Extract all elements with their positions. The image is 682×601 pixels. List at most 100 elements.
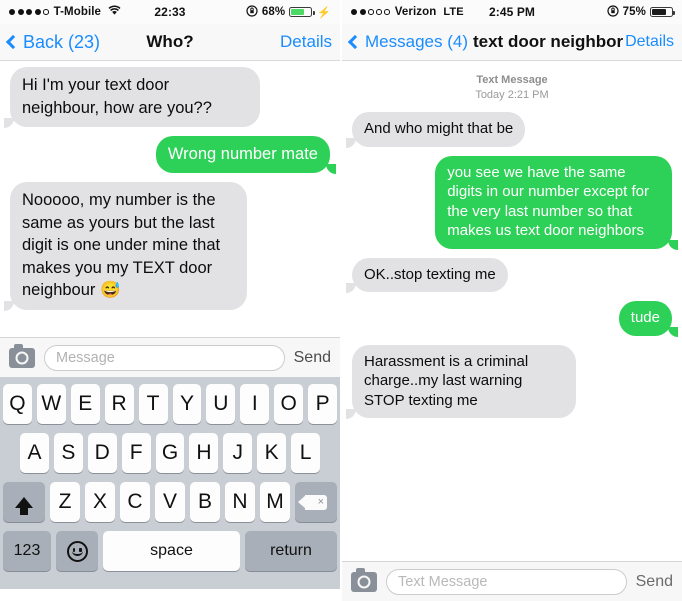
key-t[interactable]: T	[138, 384, 168, 424]
left-phone-screen: T-Mobile 22:33 68% ⚡ Back (23) Who? Deta…	[0, 0, 340, 601]
incoming-bubble[interactable]: OK..stop texting me	[346, 257, 508, 293]
key-y[interactable]: Y	[172, 384, 202, 424]
signal-strength-icon	[351, 9, 390, 15]
carrier-name: Verizon	[394, 6, 437, 18]
space-key[interactable]: space	[103, 531, 240, 571]
keyboard-row-2: ASDFGHJKL	[3, 433, 337, 473]
key-r[interactable]: R	[104, 384, 134, 424]
rotation-lock-icon	[607, 4, 619, 20]
battery-icon	[289, 6, 315, 18]
message-row: you see we have the same digits in our n…	[342, 155, 682, 250]
key-l[interactable]: L	[291, 433, 321, 473]
left-message-thread[interactable]: Hi I'm your text door neighbour, how are…	[0, 61, 340, 337]
carrier-name: T-Mobile	[53, 6, 102, 18]
right-composer-bar: Text Message Send	[342, 561, 682, 601]
incoming-bubble[interactable]: Hi I'm your text door neighbour, how are…	[4, 67, 260, 128]
left-nav-bar: Back (23) Who? Details	[0, 24, 340, 61]
send-button[interactable]: Send	[636, 573, 673, 591]
key-x[interactable]: X	[85, 482, 115, 522]
key-w[interactable]: W	[36, 384, 66, 424]
shift-key[interactable]	[3, 482, 45, 522]
message-row: Hi I'm your text door neighbour, how are…	[0, 67, 340, 128]
right-nav-bar: Messages (4) text door neighbor Details	[342, 24, 682, 61]
message-row: And who might that be	[342, 112, 682, 147]
rotation-lock-icon	[246, 4, 258, 20]
send-button[interactable]: Send	[294, 349, 331, 367]
backspace-delete-icon: ×	[298, 494, 327, 510]
on-screen-keyboard[interactable]: QWERTYUIOP ASDFGHJKL ZXCVBNM × 123 space…	[0, 377, 340, 589]
right-status-carrier-group: Verizon LTE	[351, 6, 464, 18]
incoming-bubble[interactable]: And who might that be	[345, 112, 526, 147]
back-button-label: Back (23)	[23, 31, 101, 52]
back-button[interactable]: Messages (4)	[347, 32, 468, 52]
key-a[interactable]: A	[20, 433, 49, 473]
right-message-thread[interactable]: Text Message Today 2:21 PM And who might…	[342, 61, 682, 561]
keyboard-row-3: ZXCVBNM ×	[3, 482, 337, 522]
key-m[interactable]: M	[260, 482, 290, 522]
keyboard-row-4: 123 space return	[3, 531, 337, 571]
message-type-label: Text Message	[476, 74, 548, 86]
outgoing-bubble[interactable]: you see we have the same digits in our n…	[435, 155, 678, 250]
key-o[interactable]: O	[274, 384, 304, 424]
keyboard-row-1: QWERTYUIOP	[2, 384, 338, 424]
key-f[interactable]: F	[121, 433, 151, 473]
battery-icon	[650, 6, 676, 18]
details-button[interactable]: Details	[280, 32, 332, 52]
outgoing-bubble[interactable]: Wrong number mate	[155, 136, 337, 174]
key-i[interactable]: I	[240, 384, 270, 424]
shift-arrow-icon	[15, 496, 33, 515]
right-phone-screen: Verizon LTE 2:45 PM 75% Messages (4) tex…	[342, 0, 682, 601]
network-type-label: LTE	[443, 6, 464, 18]
chevron-left-icon	[347, 34, 363, 50]
key-u[interactable]: U	[206, 384, 236, 424]
battery-percent-label: 75%	[622, 6, 646, 18]
key-b[interactable]: B	[190, 482, 220, 522]
details-button[interactable]: Details	[625, 33, 674, 51]
key-k[interactable]: K	[257, 433, 287, 473]
chevron-left-icon	[5, 34, 21, 50]
back-button-label: Messages (4)	[365, 32, 468, 51]
key-c[interactable]: C	[120, 482, 150, 522]
emoji-smiley-icon	[66, 540, 88, 562]
message-input[interactable]: Text Message	[386, 568, 627, 595]
key-e[interactable]: E	[70, 384, 100, 424]
left-composer-bar: Message Send	[0, 337, 340, 377]
lightning-bolt-icon: ⚡	[317, 6, 331, 19]
dual-phone-screenshot: T-Mobile 22:33 68% ⚡ Back (23) Who? Deta…	[0, 0, 682, 601]
key-d[interactable]: D	[87, 433, 117, 473]
left-status-carrier-group: T-Mobile	[9, 5, 121, 19]
message-input[interactable]: Message	[44, 344, 285, 371]
camera-icon[interactable]	[351, 568, 377, 592]
message-row: OK..stop texting me	[342, 257, 682, 293]
wifi-icon	[108, 5, 121, 19]
message-time-label: Today 2:21 PM	[475, 89, 549, 101]
battery-percent-label: 68%	[261, 6, 286, 18]
numbers-key[interactable]: 123	[3, 531, 51, 571]
key-v[interactable]: V	[155, 482, 185, 522]
emoji-key[interactable]	[56, 531, 98, 571]
back-button[interactable]: Back (23)	[5, 31, 101, 53]
key-p[interactable]: P	[308, 384, 338, 424]
message-row: tude	[342, 301, 682, 336]
camera-icon[interactable]	[9, 344, 35, 368]
incoming-bubble[interactable]: Harassment is a criminal charge..my last…	[346, 344, 576, 419]
right-status-right-group: 75%	[607, 4, 676, 20]
incoming-bubble[interactable]: Nooooo, my number is the same as yours b…	[4, 182, 247, 310]
key-g[interactable]: G	[155, 433, 185, 473]
message-row: Harassment is a criminal charge..my last…	[342, 344, 682, 419]
key-q[interactable]: Q	[2, 384, 32, 424]
right-status-bar: Verizon LTE 2:45 PM 75%	[342, 0, 682, 24]
key-z[interactable]: Z	[50, 482, 80, 522]
left-status-bar: T-Mobile 22:33 68% ⚡	[0, 0, 340, 24]
return-key[interactable]: return	[245, 531, 337, 571]
delete-key[interactable]: ×	[295, 482, 337, 522]
message-row: Wrong number mate	[0, 136, 340, 174]
key-h[interactable]: H	[189, 433, 219, 473]
conversation-title: text door neighbor	[472, 32, 624, 51]
key-n[interactable]: N	[225, 482, 255, 522]
outgoing-bubble[interactable]: tude	[618, 301, 679, 336]
key-j[interactable]: J	[223, 433, 253, 473]
message-row: Nooooo, my number is the same as yours b…	[0, 182, 340, 310]
key-s[interactable]: S	[53, 433, 83, 473]
message-timestamp: Text Message Today 2:21 PM	[342, 73, 682, 103]
